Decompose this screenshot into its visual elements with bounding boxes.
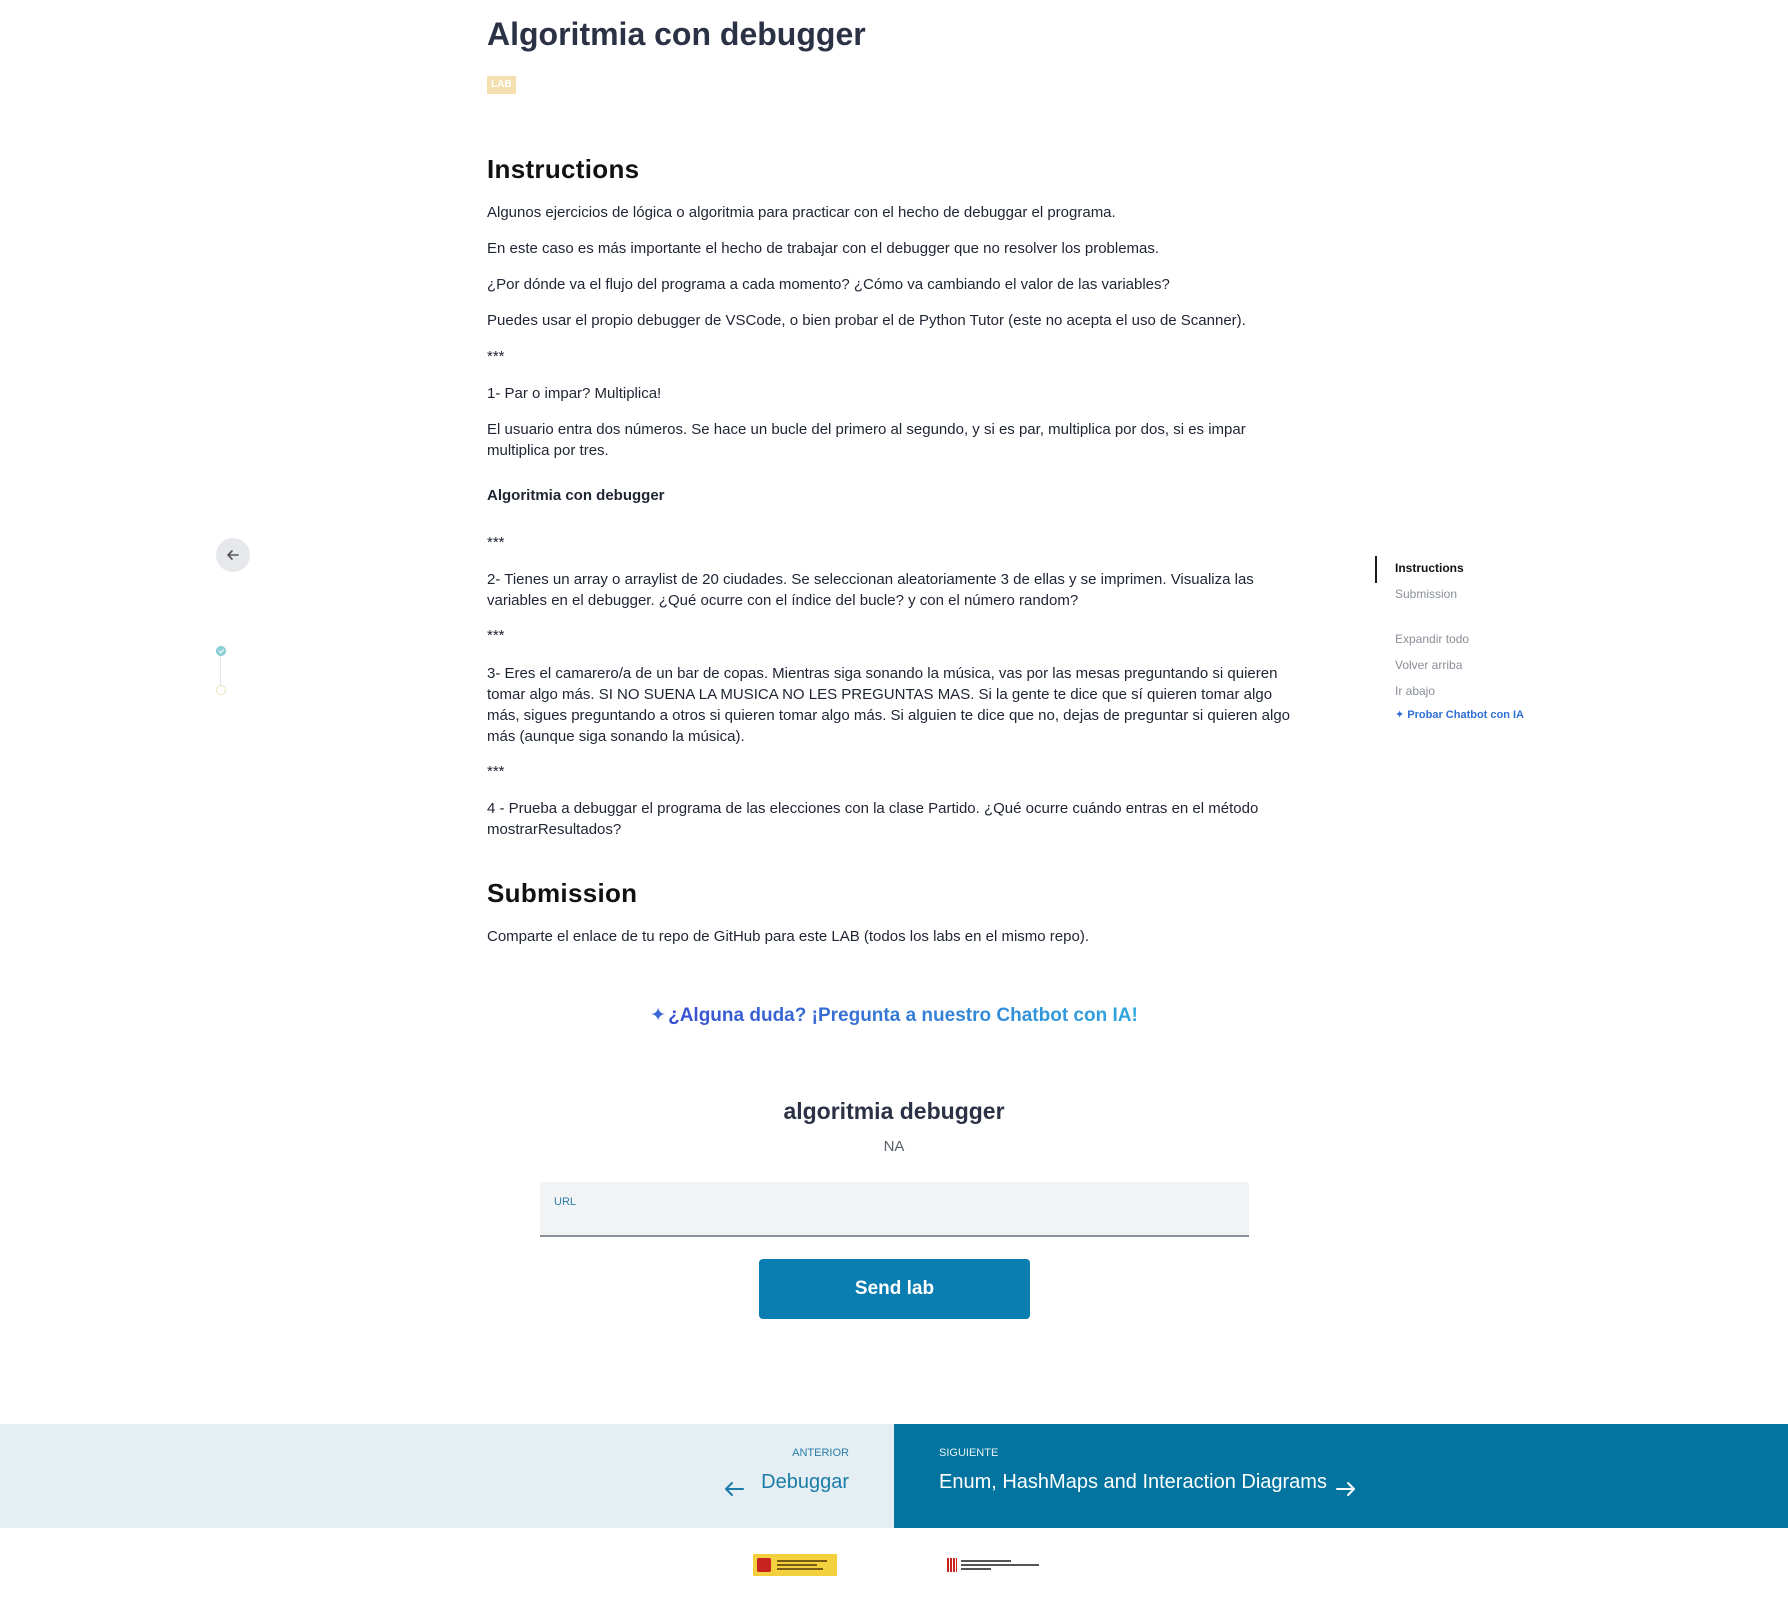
exercise-description: El usuario entra dos números. Se hace un… [487, 421, 1246, 459]
url-field[interactable]: URL [540, 1182, 1249, 1237]
send-lab-button[interactable]: Send lab [759, 1259, 1030, 1319]
government-logo [753, 1554, 837, 1576]
separator-text: *** [487, 627, 505, 644]
go-bottom-link[interactable]: Ir abajo [1395, 684, 1435, 698]
generalitat-logo [947, 1555, 1043, 1575]
try-chatbot-label: Probar Chatbot con IA [1407, 709, 1525, 721]
separator-text: *** [487, 348, 505, 365]
instructions-heading: Instructions [487, 154, 640, 184]
sparkle-icon: ✦ [650, 1005, 667, 1026]
lab-badge: LAB [487, 76, 516, 94]
instructions-paragraph: Algunos ejercicios de lógica o algoritmi… [487, 204, 1116, 221]
instructions-paragraph: Puedes usar el propio debugger de VSCode… [487, 312, 1246, 329]
instructions-paragraph: En este caso es más importante el hecho … [487, 240, 1160, 257]
back-to-top-link[interactable]: Volver arriba [1395, 658, 1462, 672]
step-connector [220, 656, 221, 686]
next-title: Enum, HashMaps and Interaction Diagrams [939, 1471, 1327, 1493]
chatbot-link-text: ¿Alguna duda? ¡Pregunta a nuestro Chatbo… [668, 1005, 1138, 1026]
url-input[interactable] [554, 1210, 1234, 1232]
back-button[interactable] [216, 538, 250, 572]
previous-caption: ANTERIOR [792, 1447, 849, 1459]
step-pending-icon[interactable] [216, 685, 226, 695]
exercise-description: 2- Tienes un array o arraylist de 20 ciu… [487, 571, 1254, 609]
separator-text: *** [487, 534, 505, 551]
exercise-description: 4 - Prueba a debuggar el programa de las… [487, 800, 1259, 838]
arrow-left-icon [227, 550, 239, 560]
previous-title: Debuggar [761, 1471, 849, 1493]
senyera-icon [947, 1558, 957, 1572]
exercise-description: 3- Eres el camarero/a de un bar de copas… [487, 665, 1290, 745]
arrow-right-icon [1336, 1482, 1355, 1496]
sparkle-icon: ✦ [1395, 709, 1405, 721]
submission-status: NA [883, 1138, 905, 1155]
toc-item-instructions[interactable]: Instructions [1395, 561, 1464, 575]
coat-of-arms-icon [757, 1558, 771, 1572]
exercise-title: 1- Par o impar? Multiplica! [487, 385, 662, 402]
submission-text: Comparte el enlace de tu repo de GitHub … [487, 928, 1089, 945]
url-label: URL [554, 1196, 577, 1208]
chatbot-link[interactable]: ✦ ¿Alguna duda? ¡Pregunta a nuestro Chatb… [0, 1004, 1788, 1027]
next-caption: SIGUIENTE [939, 1447, 999, 1459]
embedded-image-alt: Algoritmia con debugger [487, 487, 665, 504]
arrow-left-icon [725, 1482, 744, 1496]
previous-lesson-link[interactable]: ANTERIOR Debuggar [0, 1424, 894, 1528]
page-title: Algoritmia con debugger [487, 16, 866, 52]
try-chatbot-link[interactable]: ✦ Probar Chatbot con IA [1395, 708, 1524, 721]
progress-steps [216, 646, 226, 696]
step-completed-icon[interactable] [216, 646, 226, 656]
submission-heading: Submission [487, 878, 638, 908]
expand-all-link[interactable]: Expandir todo [1395, 632, 1469, 646]
next-lesson-link[interactable]: SIGUIENTE Enum, HashMaps and Interaction… [894, 1424, 1788, 1528]
toc-active-indicator [1375, 556, 1377, 583]
toc-item-submission[interactable]: Submission [1395, 587, 1457, 601]
form-title: algoritmia debugger [783, 1098, 1005, 1124]
separator-text: *** [487, 763, 505, 780]
instructions-paragraph: ¿Por dónde va el flujo del programa a ca… [487, 276, 1170, 293]
